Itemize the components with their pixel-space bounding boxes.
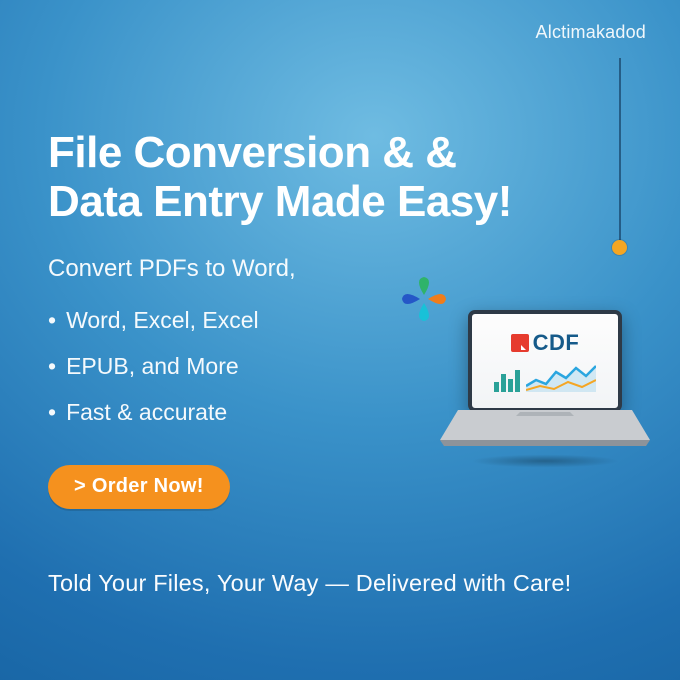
laptop-chart-row xyxy=(494,362,596,392)
tagline: Told Your Files, Your Way — Delivered wi… xyxy=(48,570,571,597)
bar-chart-icon xyxy=(494,370,520,392)
laptop-base xyxy=(440,410,650,452)
accent-dot xyxy=(612,240,627,255)
hero-title: File Conversion & & Data Entry Made Easy… xyxy=(48,128,512,227)
sparkline-icon xyxy=(526,362,596,392)
hero-title-line1: File Conversion & & xyxy=(48,128,457,177)
order-now-button[interactable]: > Order Now! xyxy=(48,465,230,509)
accent-vertical-line xyxy=(619,58,621,243)
brand-label: Alctimakadod xyxy=(536,22,646,43)
pdf-badge-icon xyxy=(511,334,529,352)
laptop-logo: CDF xyxy=(511,330,580,356)
laptop-shadow xyxy=(440,452,650,471)
laptop-logo-text: CDF xyxy=(533,330,580,356)
laptop-screen: CDF xyxy=(468,310,622,412)
laptop-illustration: CDF xyxy=(440,310,650,470)
hero-title-line2: Data Entry Made Easy! xyxy=(48,177,512,226)
